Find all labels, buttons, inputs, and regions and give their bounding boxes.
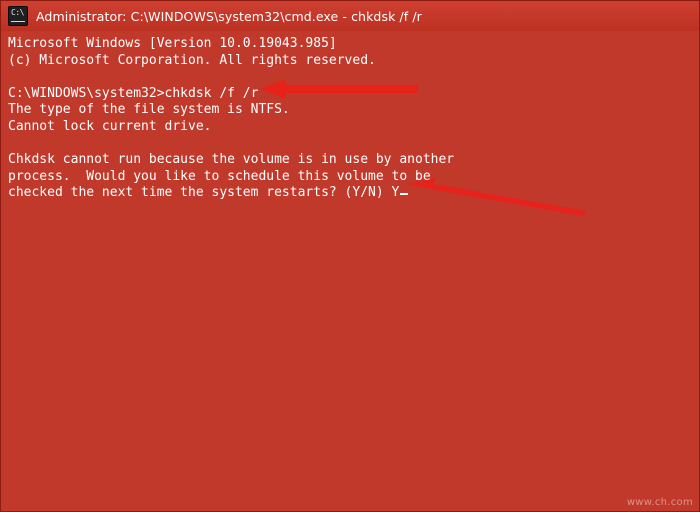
watermark-text: www.ch.com [626, 497, 693, 508]
cmd-icon-bar [11, 21, 25, 22]
console-line-text: checked the next time the system restart… [8, 185, 400, 201]
window-titlebar[interactable]: C:\ Administrator: C:\WINDOWS\system32\c… [1, 1, 699, 31]
console-line-command: C:\WINDOWS\system32>chkdsk /f /r [8, 85, 259, 101]
cmd-prompt-glyph: C:\ [11, 8, 24, 17]
console-line: Cannot lock current drive. [8, 118, 212, 134]
cmd-console-icon: C:\ [8, 6, 28, 26]
console-line: (c) Microsoft Corporation. All rights re… [8, 52, 376, 68]
console-line-prompt-answer: checked the next time the system restart… [8, 185, 692, 202]
console-line: process. Would you like to schedule this… [8, 168, 431, 184]
screenshot-root: C:\ Administrator: C:\WINDOWS\system32\c… [0, 0, 700, 512]
text-cursor [400, 193, 409, 196]
window-title: Administrator: C:\WINDOWS\system32\cmd.e… [36, 8, 422, 24]
console-line: Microsoft Windows [Version 10.0.19043.98… [8, 36, 337, 51]
console-output-area[interactable]: Microsoft Windows [Version 10.0.19043.98… [1, 31, 699, 511]
command-prompt-window: C:\ Administrator: C:\WINDOWS\system32\c… [0, 0, 700, 512]
console-line: Chkdsk cannot run because the volume is … [8, 152, 455, 168]
console-line: The type of the file system is NTFS. [8, 102, 290, 118]
